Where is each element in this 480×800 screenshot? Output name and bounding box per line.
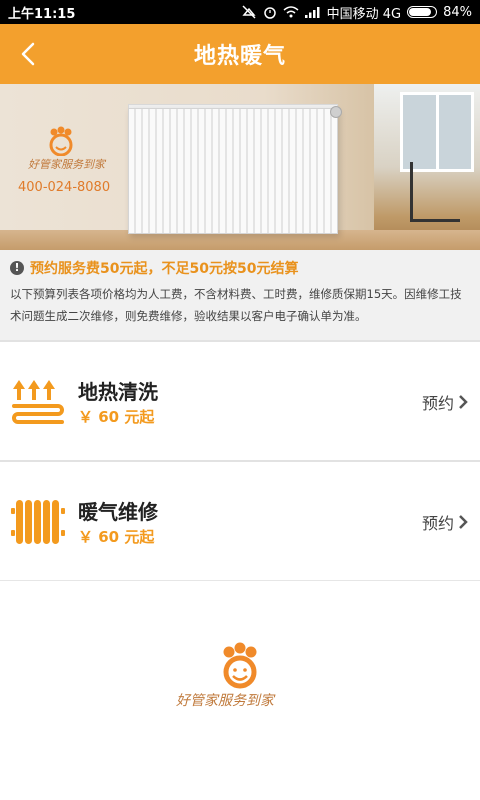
back-button[interactable] — [14, 38, 46, 70]
carrier-label: 中国移动 4G — [326, 6, 402, 22]
book-label: 预约 — [421, 514, 454, 533]
battery-percent: 84% — [443, 4, 472, 20]
valve-image — [330, 106, 342, 118]
brand-logo-icon — [223, 642, 257, 689]
chevron-left-icon — [21, 42, 35, 66]
window-image — [400, 92, 474, 172]
list-divider — [0, 580, 480, 581]
page-title: 地热暖气 — [193, 44, 286, 69]
radiator-image — [128, 108, 338, 234]
brand-logo-icon — [49, 126, 73, 156]
radiator-icon — [11, 500, 65, 544]
title-bar: 地热暖气 — [0, 24, 480, 84]
service-item-radiator[interactable]: 暖气维修 ￥ 60 元起 预约 — [0, 460, 480, 580]
service-price: ￥ 60 元起 — [78, 408, 155, 426]
signal-icon — [304, 6, 321, 18]
notice-panel: ! 预约服务费50元起，不足50元按50元结算 以下预算列表各项价格均为人工费，… — [0, 250, 480, 340]
chevron-right-icon — [459, 395, 468, 409]
service-name: 暖气维修 — [78, 500, 158, 524]
notice-headline-text: 预约服务费50元起，不足50元按50元结算 — [30, 261, 299, 277]
promo-banner: 好管家服务到家 400-024-8080 — [0, 84, 480, 250]
book-label: 预约 — [421, 394, 454, 413]
book-button[interactable]: 预约 — [422, 390, 468, 414]
chevron-right-icon — [459, 515, 468, 529]
notice-description: 以下预算列表各项价格均为人工费，不含材料费、工时费，维修质保期15天。因维修工技… — [10, 287, 462, 323]
mute-icon — [241, 5, 257, 19]
warning-icon: ! — [10, 261, 24, 275]
alarm-icon — [263, 5, 277, 19]
status-time: 上午11:15 — [8, 6, 76, 22]
footer-brand: 好管家服务到家 — [176, 693, 274, 709]
floor-heating-icon — [12, 380, 64, 424]
service-item-floor-heating[interactable]: 地热清洗 ￥ 60 元起 预约 — [0, 340, 480, 460]
status-bar: 上午11:15 中国移动 4G 84% — [0, 0, 480, 24]
wifi-icon — [283, 6, 299, 18]
banner-brand: 好管家服务到家 — [28, 158, 105, 171]
chair-image — [410, 162, 460, 222]
battery-fill — [409, 8, 431, 16]
battery-icon — [407, 6, 438, 18]
service-name: 地热清洗 — [78, 380, 158, 404]
banner-phone: 400-024-8080 — [18, 180, 111, 195]
notice-headline: ! 预约服务费50元起，不足50元按50元结算 — [10, 258, 470, 278]
status-icons: 中国移动 4G 84% — [241, 3, 472, 22]
book-button[interactable]: 预约 — [422, 510, 468, 534]
service-price: ￥ 60 元起 — [78, 528, 155, 546]
